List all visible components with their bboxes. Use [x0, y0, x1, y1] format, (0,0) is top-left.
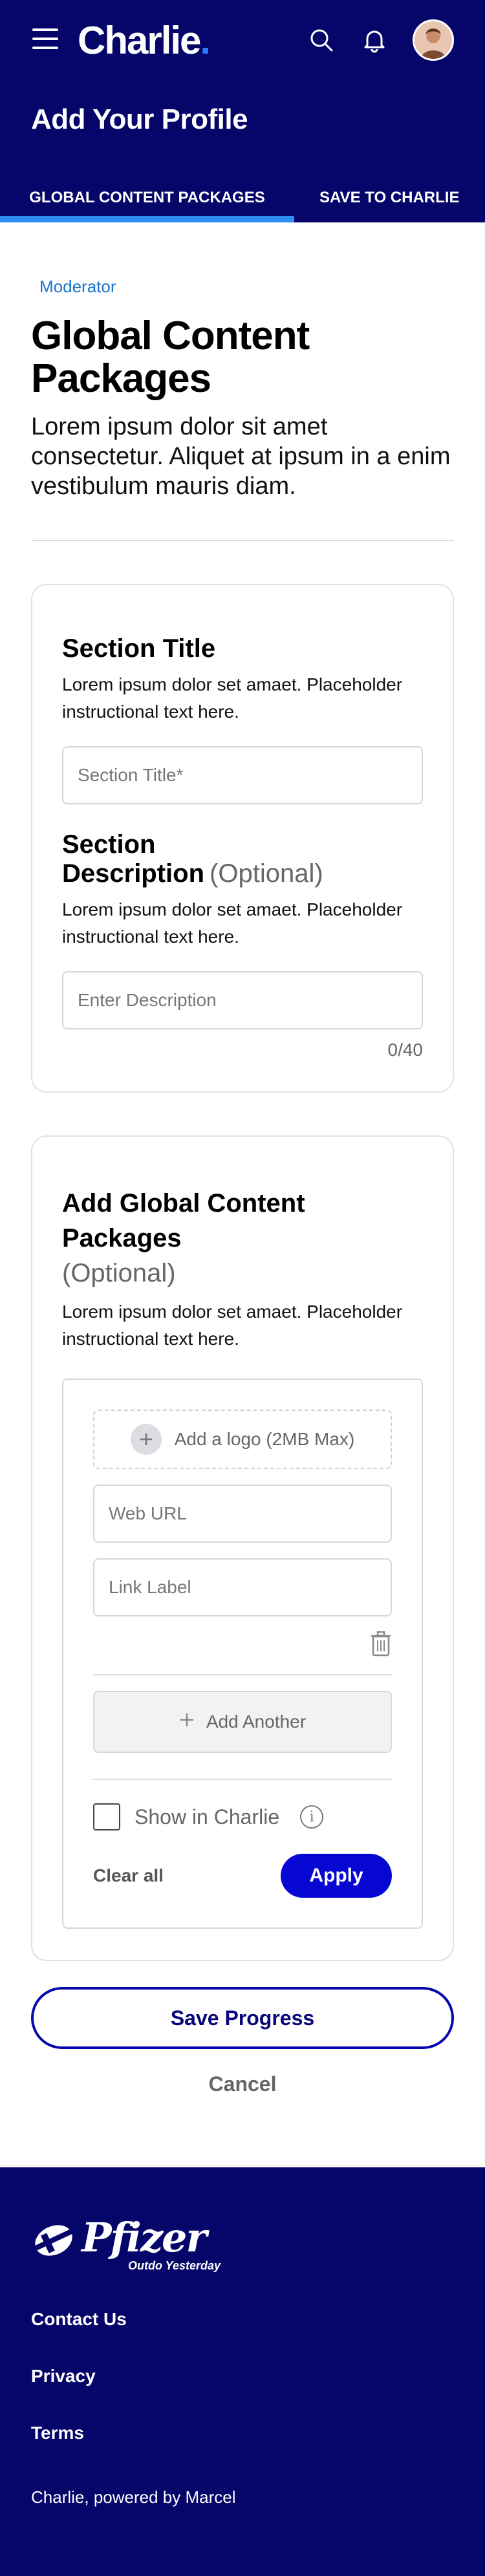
tab-save-to-charlie[interactable]: SAVE TO CHARLIE	[319, 173, 485, 222]
app-header: Charlie. Add Your Profile GLOBAL CONTENT…	[0, 0, 485, 222]
brand-logo[interactable]: Charlie.	[78, 18, 211, 63]
header-actions	[307, 19, 454, 61]
section-description-helper: Lorem ipsum dolor set amaet. Placeholder…	[62, 899, 403, 947]
footer-link-terms[interactable]: Terms	[31, 2423, 454, 2443]
lead-text: Lorem ipsum dolor sit amet consectetur. …	[31, 413, 451, 500]
pfizer-tagline: Outdo Yesterday	[128, 2259, 221, 2272]
brand-dot: .	[200, 19, 211, 62]
optional-label: (Optional)	[210, 859, 323, 888]
show-in-charlie-label: Show in Charlie	[135, 1805, 280, 1829]
packages-heading: Add Global Content Packages (Optional)	[62, 1186, 423, 1291]
cancel-button[interactable]: Cancel	[31, 2072, 454, 2096]
tab-global-content-packages[interactable]: GLOBAL CONTENT PACKAGES	[0, 173, 294, 222]
bell-icon[interactable]	[360, 25, 389, 55]
section-description-heading: Section Description (Optional)	[62, 830, 423, 888]
logo-upload-label: Add a logo (2MB Max)	[174, 1429, 355, 1449]
remove-row	[93, 1631, 392, 1675]
packages-helper: Lorem ipsum dolor set amaet. Placeholder…	[62, 1302, 403, 1349]
pfizer-logo[interactable]: Pfizer Outdo Yesterday	[31, 2218, 454, 2273]
user-avatar[interactable]	[413, 19, 454, 61]
info-icon[interactable]: i	[300, 1805, 324, 1829]
footer-link-contact[interactable]: Contact Us	[31, 2309, 454, 2330]
clear-all-button[interactable]: Clear all	[93, 1865, 164, 1886]
plus-icon	[130, 1424, 162, 1455]
package-editor: Add a logo (2MB Max) Web URL Link Label …	[62, 1379, 423, 1929]
section-description-label: Section Description	[62, 830, 205, 888]
packages-heading-label: Add Global Content Packages	[62, 1189, 305, 1252]
apply-button[interactable]: Apply	[281, 1854, 392, 1898]
add-another-button[interactable]: Add Another	[93, 1691, 392, 1753]
tab-bar: GLOBAL CONTENT PACKAGES SAVE TO CHARLIE	[0, 173, 485, 222]
link-label-input[interactable]: Link Label	[93, 1558, 392, 1616]
top-bar: Charlie.	[0, 0, 485, 81]
brand-name: Charlie	[78, 19, 201, 62]
trash-icon[interactable]	[370, 1631, 392, 1660]
page-title: Add Your Profile	[31, 103, 248, 135]
pfizer-wordmark: Pfizer Outdo Yesterday	[81, 2218, 221, 2273]
section-card: Section Title Lorem ipsum dolor set amae…	[31, 584, 454, 1093]
plus-icon	[179, 1712, 195, 1732]
footer-link-privacy[interactable]: Privacy	[31, 2366, 454, 2387]
section-title-helper: Lorem ipsum dolor set amaet. Placeholder…	[62, 674, 403, 722]
web-url-input[interactable]: Web URL	[93, 1485, 392, 1543]
logo-upload[interactable]: Add a logo (2MB Max)	[93, 1410, 392, 1469]
pfizer-mark-icon	[31, 2218, 76, 2266]
divider	[31, 540, 454, 541]
app-footer: Pfizer Outdo Yesterday Contact Us Privac…	[0, 2167, 485, 2576]
section-title-input[interactable]: Section Title*	[62, 746, 423, 804]
character-counter: 0/40	[387, 1040, 424, 1060]
section-heading: Global Content Packages	[31, 314, 310, 401]
main-content: Moderator Global Content Packages Lorem …	[0, 222, 485, 2096]
packages-card: Add Global Content Packages (Optional) Lo…	[31, 1135, 454, 1961]
menu-icon[interactable]	[32, 28, 58, 49]
divider	[93, 1779, 392, 1780]
optional-label: (Optional)	[62, 1259, 176, 1287]
role-label: Moderator	[39, 277, 116, 296]
show-in-charlie-row: Show in Charlie i	[93, 1803, 392, 1830]
add-another-label: Add Another	[206, 1712, 307, 1732]
section-title-heading: Section Title	[62, 634, 216, 663]
show-in-charlie-checkbox[interactable]	[93, 1803, 120, 1830]
powered-by-text: Charlie, powered by Marcel	[31, 2487, 236, 2507]
save-progress-button[interactable]: Save Progress	[31, 1987, 454, 2049]
section-description-input[interactable]: Enter Description	[62, 971, 423, 1029]
search-icon[interactable]	[307, 25, 336, 55]
package-actions: Clear all Apply	[93, 1854, 392, 1898]
pfizer-word: Pfizer	[81, 2214, 207, 2261]
